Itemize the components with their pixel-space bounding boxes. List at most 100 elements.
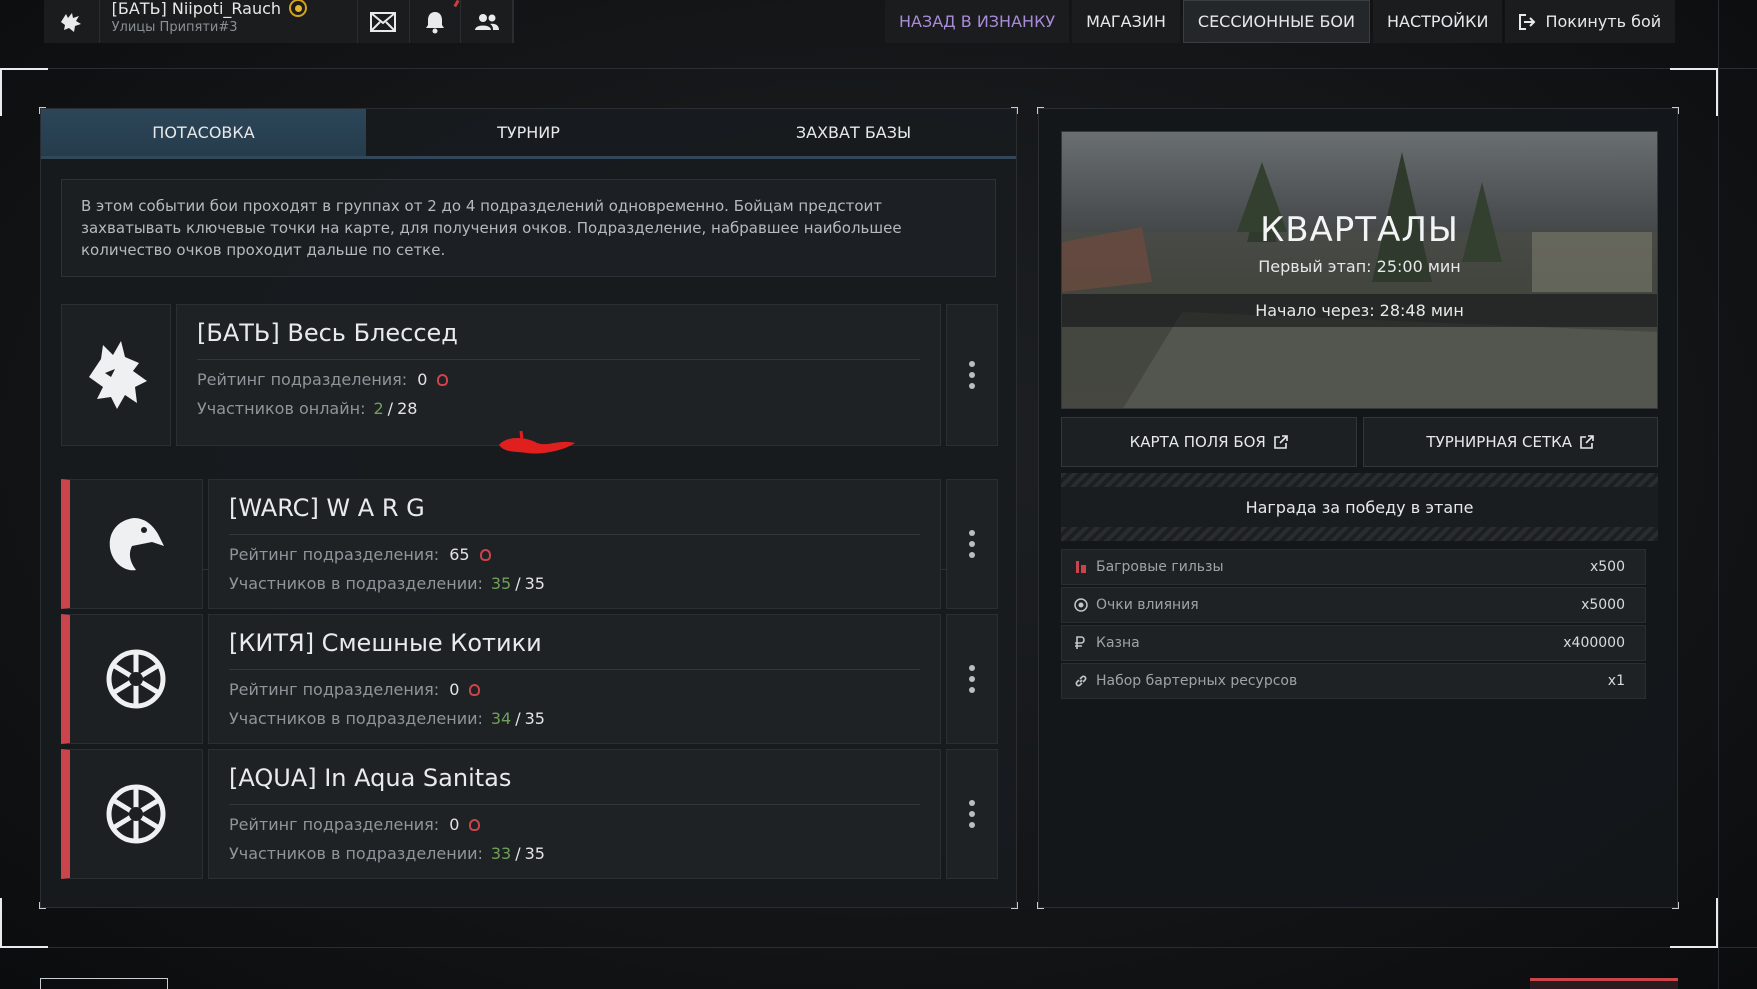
enemy-team-rating: Рейтинг подразделения: 0 — [229, 680, 920, 699]
redaction-scribble — [499, 430, 575, 454]
menu-dot — [969, 811, 975, 817]
user-name: [БАТЬ] Niipoti_Rauch — [112, 0, 345, 18]
menu-dot — [969, 665, 975, 671]
exit-icon — [1519, 13, 1536, 30]
panel-corner — [1011, 902, 1018, 909]
reward-value: x400000 — [1563, 635, 1625, 651]
enemy-team-menu-button[interactable] — [946, 749, 998, 879]
clan-logo[interactable] — [44, 0, 100, 43]
nav-settings[interactable]: НАСТРОЙКИ — [1373, 0, 1503, 43]
frame-corner — [1670, 946, 1718, 948]
reward-label: Багровые гильзы — [1096, 559, 1224, 575]
user-location: Улицы Припяти#3 — [111, 19, 238, 35]
users-icon — [474, 13, 499, 30]
map-start-countdown: Начало через: 28:48 мин — [1255, 301, 1464, 320]
menu-dot — [969, 687, 975, 693]
own-team-menu-button[interactable] — [946, 304, 998, 446]
own-team-online: Участников онлайн: 2 / 28 — [197, 399, 920, 418]
rating-value: 0 — [449, 680, 460, 699]
menu-dot — [969, 361, 975, 367]
enemy-team-members: Участников в подразделении: 35 / 35 — [229, 574, 920, 593]
reward-item: Очки влияния x5000 — [1061, 587, 1646, 623]
mail-button[interactable] — [358, 0, 410, 43]
frame-corner — [0, 946, 48, 948]
enemy-team-info: [КИТЯ] Смешные Котики Рейтинг подразделе… — [208, 614, 941, 744]
snowflake-icon — [106, 784, 166, 844]
menu-dot — [969, 676, 975, 682]
count-separator: / — [515, 844, 521, 863]
menu-dot — [969, 552, 975, 558]
own-team-emblem — [61, 304, 171, 446]
count-separator: / — [515, 574, 521, 593]
bracket-button[interactable]: ТУРНИРНАЯ СЕТКА — [1362, 417, 1658, 467]
event-panel: ПОТАСОВКА ТУРНИР ЗАХВАТ БАЗЫ В этом собы… — [39, 107, 1018, 909]
enemy-team-rating: Рейтинг подразделения: 65 — [229, 545, 920, 564]
leave-battle-label: Покинуть бой — [1545, 12, 1662, 31]
leave-battle-button[interactable]: Покинуть бой — [1505, 0, 1676, 43]
tab-base-capture[interactable]: ЗАХВАТ БАЗЫ — [691, 109, 1016, 156]
map-title: КВАРТАЛЫ — [1260, 210, 1459, 250]
notifications-button[interactable] — [410, 0, 462, 43]
own-team-rating: Рейтинг подразделения: 0 — [197, 370, 920, 389]
members-label: Участников в подразделении: — [229, 709, 483, 728]
right-edge-line — [1718, 0, 1719, 989]
status-sun-icon — [289, 0, 308, 17]
ruble-icon — [1074, 636, 1090, 650]
panel-corner — [39, 107, 46, 114]
panel-corner — [1672, 902, 1679, 909]
menu-dot — [969, 530, 975, 536]
reward-value: x5000 — [1581, 597, 1625, 613]
rating-icon — [479, 548, 491, 561]
nav-session-battles[interactable]: СЕССИОННЫЕ БОИ — [1182, 0, 1370, 43]
own-team-info: [БАТЬ] Весь Блессед Рейтинг подразделени… — [176, 304, 941, 446]
link-icon — [1074, 674, 1090, 688]
nav-shop[interactable]: МАГАЗИН — [1072, 0, 1180, 43]
enemy-team-rating: Рейтинг подразделения: 0 — [229, 815, 920, 834]
map-panel: КВАРТАЛЫ Первый этап: 25:00 мин Начало ч… — [1037, 107, 1679, 909]
tab-tournament[interactable]: ТУРНИР — [366, 109, 691, 156]
map-stage-time: Первый этап: 25:00 мин — [1258, 257, 1461, 276]
rating-label: Рейтинг подразделения: — [197, 370, 408, 389]
members-count: 35 — [490, 574, 512, 593]
mail-icon — [370, 11, 397, 32]
count-separator: / — [387, 399, 394, 418]
bracket-label: ТУРНИРНАЯ СЕТКА — [1426, 433, 1573, 451]
user-info: [БАТЬ] Niipoti_Rauch Улицы Припяти#3 — [100, 0, 359, 43]
hatch-divider — [1061, 473, 1658, 487]
members-total: 35 — [524, 574, 545, 593]
battle-map-button[interactable]: КАРТА ПОЛЯ БОЯ — [1061, 417, 1357, 467]
enemy-team-row: [AQUA] In Aqua Sanitas Рейтинг подраздел… — [61, 749, 998, 879]
online-total: 28 — [397, 399, 418, 418]
friends-button[interactable] — [461, 0, 513, 43]
nav-back-button[interactable]: НАЗАД В ИЗНАНКУ — [885, 0, 1070, 43]
members-total: 35 — [524, 709, 545, 728]
enemy-team-name: [КИТЯ] Смешные Котики — [229, 629, 920, 670]
reward-item: Набор бартерных ресурсов x1 — [1061, 663, 1646, 699]
reward-list: Багровые гильзы x500 Очки влияния x5000 … — [1061, 549, 1646, 701]
rating-icon — [437, 373, 449, 386]
enemy-team-menu-button[interactable] — [946, 614, 998, 744]
online-count: 2 — [373, 399, 384, 418]
reward-label: Казна — [1096, 635, 1140, 651]
members-label: Участников в подразделении: — [229, 844, 483, 863]
eagle-icon — [109, 518, 164, 571]
tab-brawl[interactable]: ПОТАСОВКА — [41, 109, 366, 156]
panel-corner — [1037, 902, 1044, 909]
bell-icon — [426, 11, 445, 33]
bottom-action-stub[interactable] — [1530, 978, 1678, 989]
enemy-team-info: [WARC] W A R G Рейтинг подразделения: 65… — [208, 479, 941, 609]
frame-corner — [0, 898, 2, 946]
frame-corner — [0, 68, 2, 116]
influence-icon — [1074, 598, 1090, 612]
enemy-team-emblem — [61, 614, 203, 744]
enemy-team-members: Участников в подразделении: 34 / 35 — [229, 709, 920, 728]
enemy-team-emblem — [61, 479, 203, 609]
count-separator: / — [515, 709, 521, 728]
rating-label: Рейтинг подразделения: — [229, 545, 440, 564]
enemy-team-info: [AQUA] In Aqua Sanitas Рейтинг подраздел… — [208, 749, 941, 879]
enemy-team-menu-button[interactable] — [946, 479, 998, 609]
panel-corner — [1037, 107, 1044, 114]
rating-value: 65 — [449, 545, 470, 564]
menu-dot — [969, 383, 975, 389]
reward-title: Награда за победу в этапе — [1061, 487, 1658, 527]
